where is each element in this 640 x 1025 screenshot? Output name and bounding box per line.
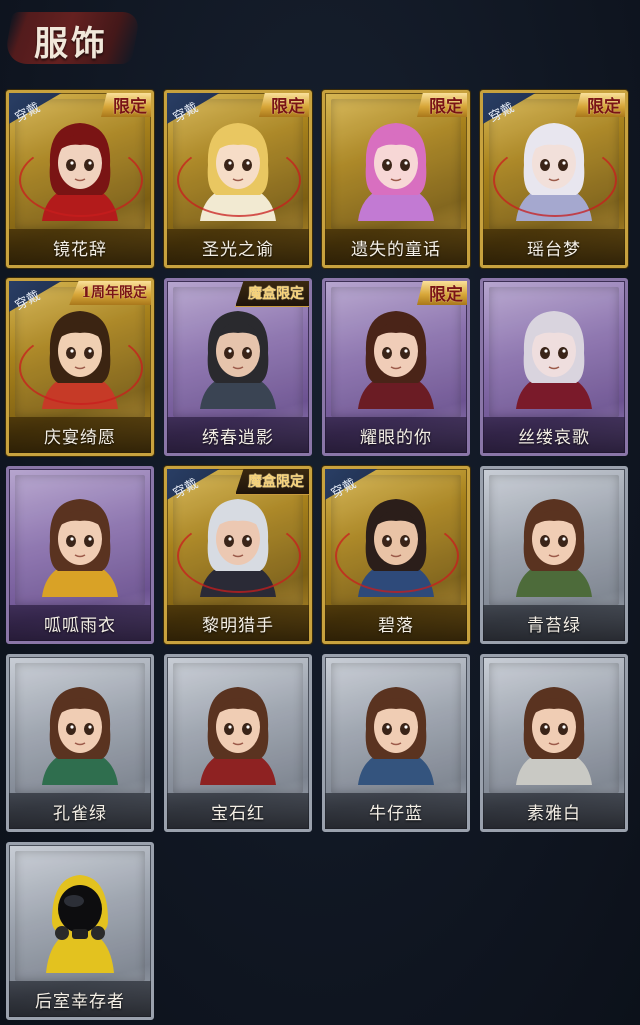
worn-highlight-arc: [19, 331, 143, 405]
worn-highlight-arc: [335, 519, 459, 593]
character-portrait: [506, 299, 602, 409]
worn-highlight-arc: [493, 143, 617, 217]
costume-name: 遗失的童话: [351, 239, 441, 260]
worn-highlight-arc: [19, 143, 143, 217]
limited-tag-label: 魔盒限定: [248, 286, 304, 302]
costume-card[interactable]: 限定耀眼的你: [322, 278, 470, 456]
costume-card[interactable]: 穿戴 碧落: [322, 466, 470, 644]
costume-name: 后室幸存者: [35, 991, 125, 1012]
costume-name-bar: 庆宴绮愿: [9, 417, 151, 453]
character-portrait: [32, 675, 128, 785]
costume-card[interactable]: 限定遗失的童话: [322, 90, 470, 268]
character-portrait: [190, 299, 286, 409]
character-portrait: [190, 675, 286, 785]
costume-name: 镜花辞: [53, 239, 107, 260]
costume-name: 碧落: [378, 615, 414, 636]
costume-name-bar: 耀眼的你: [325, 417, 467, 453]
costume-name-bar: 瑶台梦: [483, 229, 625, 265]
costume-card[interactable]: 穿戴 限定 瑶台梦: [480, 90, 628, 268]
character-portrait: [32, 487, 128, 597]
limited-tag: 限定: [575, 93, 625, 117]
limited-tag: 限定: [417, 93, 467, 117]
character-portrait: [348, 299, 444, 409]
costume-name: 青苔绿: [527, 615, 581, 636]
costume-name: 绣春逍影: [202, 427, 274, 448]
costume-name-bar: 牛仔蓝: [325, 793, 467, 829]
section-title: 服饰: [34, 24, 108, 64]
costume-name: 宝石红: [211, 803, 265, 824]
costume-name-bar: 呱呱雨衣: [9, 605, 151, 641]
costume-card[interactable]: 魔盒限定绣春逍影: [164, 278, 312, 456]
costume-card[interactable]: 青苔绿: [480, 466, 628, 644]
costume-name: 呱呱雨衣: [44, 615, 116, 636]
limited-tag-label: 1周年限定: [81, 285, 147, 301]
costume-name-bar: 遗失的童话: [325, 229, 467, 265]
limited-tag: 魔盒限定: [235, 469, 309, 495]
limited-tag-label: 限定: [113, 96, 147, 117]
limited-tag-label: 限定: [271, 96, 305, 117]
limited-tag: 1周年限定: [69, 281, 151, 305]
character-portrait: [348, 675, 444, 785]
costume-name-bar: 碧落: [325, 605, 467, 641]
costume-name: 素雅白: [527, 803, 581, 824]
character-portrait: [506, 487, 602, 597]
costume-card[interactable]: 宝石红: [164, 654, 312, 832]
costume-name-bar: 青苔绿: [483, 605, 625, 641]
limited-tag-label: 限定: [429, 284, 463, 305]
limited-tag: 魔盒限定: [235, 281, 309, 307]
worn-highlight-arc: [177, 143, 301, 217]
limited-tag-label: 限定: [429, 96, 463, 117]
character-portrait: [506, 675, 602, 785]
worn-highlight-arc: [177, 519, 301, 593]
costume-name-bar: 素雅白: [483, 793, 625, 829]
costume-grid: 穿戴限定镜花辞 穿戴限定圣光之谕 限定遗失的童话 穿戴限定瑶台梦: [6, 90, 636, 1020]
limited-tag-label: 限定: [587, 96, 621, 117]
costume-name-bar: 黎明猎手: [167, 605, 309, 641]
costume-page: 服饰 穿戴 限定 镜花辞 穿戴 限定 圣光之谕 限定 遗失的童话 穿戴 限定 瑶…: [0, 0, 640, 1025]
limited-tag: 限定: [259, 93, 309, 117]
costume-name: 耀眼的你: [360, 427, 432, 448]
costume-card[interactable]: 穿戴 1周年限定 庆宴绮愿: [6, 278, 154, 456]
costume-name: 瑶台梦: [527, 239, 581, 260]
costume-card[interactable]: 穿戴 魔盒限定 黎明猎手: [164, 466, 312, 644]
costume-name-bar: 圣光之谕: [167, 229, 309, 265]
costume-card[interactable]: 穿戴 限定 镜花辞: [6, 90, 154, 268]
character-portrait: [348, 111, 444, 221]
section-header: 服饰: [0, 0, 150, 80]
limited-tag-label: 魔盒限定: [248, 474, 304, 490]
costume-card[interactable]: 素雅白: [480, 654, 628, 832]
costume-card[interactable]: 丝缕哀歌: [480, 278, 628, 456]
costume-card[interactable]: 后室幸存者: [6, 842, 154, 1020]
costume-name: 丝缕哀歌: [518, 427, 590, 448]
costume-name: 孔雀绿: [53, 803, 107, 824]
character-portrait: [32, 863, 128, 973]
limited-tag: 限定: [417, 281, 467, 305]
costume-card[interactable]: 穿戴 限定 圣光之谕: [164, 90, 312, 268]
costume-card[interactable]: 呱呱雨衣: [6, 466, 154, 644]
costume-name-bar: 丝缕哀歌: [483, 417, 625, 453]
costume-card[interactable]: 牛仔蓝: [322, 654, 470, 832]
costume-card[interactable]: 孔雀绿: [6, 654, 154, 832]
costume-name: 黎明猎手: [202, 615, 274, 636]
costume-name-bar: 绣春逍影: [167, 417, 309, 453]
costume-name-bar: 镜花辞: [9, 229, 151, 265]
limited-tag: 限定: [101, 93, 151, 117]
costume-name-bar: 宝石红: [167, 793, 309, 829]
costume-name: 圣光之谕: [202, 239, 274, 260]
costume-name-bar: 后室幸存者: [9, 981, 151, 1017]
costume-name: 牛仔蓝: [369, 803, 423, 824]
costume-name-bar: 孔雀绿: [9, 793, 151, 829]
costume-name: 庆宴绮愿: [44, 427, 116, 448]
